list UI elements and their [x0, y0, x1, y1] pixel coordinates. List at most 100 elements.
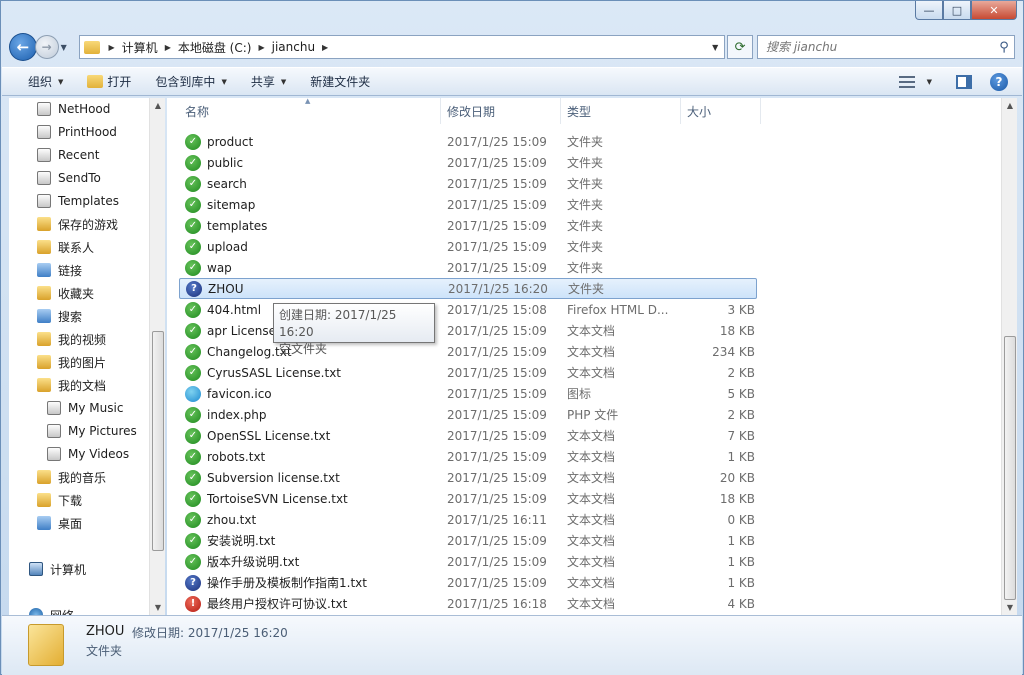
- file-row[interactable]: ! 最终用户授权许可协议.txt 2017/1/25 16:18 文本文档 4 KB: [179, 593, 757, 614]
- breadcrumb-computer[interactable]: 计算机: [118, 36, 162, 58]
- chevron-right-icon[interactable]: ▶: [319, 43, 331, 52]
- preview-pane-icon[interactable]: [956, 74, 972, 89]
- recent-pages-dropdown[interactable]: ▼: [61, 43, 73, 52]
- file-row[interactable]: ✓ product 2017/1/25 15:09 文件夹: [179, 131, 757, 152]
- share-menu[interactable]: 共享 ▼: [243, 71, 294, 93]
- column-header-size[interactable]: 大小: [681, 98, 761, 124]
- file-list-scrollbar[interactable]: ▲ ▼: [1001, 98, 1017, 616]
- file-row[interactable]: ? 操作手册及模板制作指南1.txt 2017/1/25 15:09 文本文档 1 KB: [179, 572, 757, 593]
- file-row[interactable]: ✓ TortoiseSVN License.txt 2017/1/25 15:09 文…: [179, 488, 757, 509]
- chevron-right-icon[interactable]: ▶: [255, 43, 267, 52]
- nav-item-desktop[interactable]: 桌面: [37, 512, 82, 534]
- file-row[interactable]: ✓ apr License 2017/1/25 15:09 文本文档 18 KB: [179, 320, 757, 341]
- scroll-up-arrow[interactable]: ▲: [150, 98, 166, 114]
- nav-item-nethood[interactable]: NetHood: [37, 98, 110, 120]
- favorites-folder-icon: [37, 286, 51, 300]
- nav-item-label: My Pictures: [68, 424, 137, 438]
- include-in-library-menu[interactable]: 包含到库中 ▼: [147, 71, 234, 93]
- file-row[interactable]: ✓ wap 2017/1/25 15:09 文件夹: [179, 257, 757, 278]
- search-box[interactable]: ⚲: [757, 35, 1015, 59]
- file-row[interactable]: ✓ public 2017/1/25 15:09 文件夹: [179, 152, 757, 173]
- column-header-name[interactable]: ▲ 名称: [167, 98, 441, 124]
- file-type: 文本文档: [567, 597, 616, 611]
- forward-button[interactable]: →: [34, 35, 59, 59]
- nav-item-saved-games[interactable]: 保存的游戏: [37, 213, 118, 235]
- file-type: 文本文档: [567, 366, 616, 380]
- file-type: 文件夹: [567, 219, 604, 233]
- file-row[interactable]: ✓ index.php 2017/1/25 15:09 PHP 文件 2 KB: [179, 404, 757, 425]
- file-name: TortoiseSVN License.txt: [207, 491, 348, 506]
- file-row[interactable]: ✓ 安装说明.txt 2017/1/25 15:09 文本文档 1 KB: [179, 530, 757, 551]
- view-options-icon[interactable]: [898, 75, 915, 88]
- file-row[interactable]: ✓ Subversion license.txt 2017/1/25 15:09 文本…: [179, 467, 757, 488]
- file-row[interactable]: ✓ upload 2017/1/25 15:09 文件夹: [179, 236, 757, 257]
- new-folder-button[interactable]: 新建文件夹: [302, 71, 378, 93]
- navigation-scrollbar[interactable]: ▲ ▼: [149, 98, 165, 616]
- file-row[interactable]: ✓ CyrusSASL License.txt 2017/1/25 15:09 文本文…: [179, 362, 757, 383]
- nav-item-searches[interactable]: 搜索: [37, 305, 82, 327]
- scroll-thumb[interactable]: [1004, 336, 1016, 600]
- file-modified-date: 2017/1/25 16:11: [447, 512, 547, 527]
- organize-menu[interactable]: 组织 ▼: [20, 71, 71, 93]
- search-icon[interactable]: ⚲: [994, 40, 1014, 55]
- file-row[interactable]: ✓ OpenSSL License.txt 2017/1/25 15:09 文本文档 7…: [179, 425, 757, 446]
- help-icon[interactable]: ?: [990, 72, 1008, 91]
- scroll-down-arrow[interactable]: ▼: [150, 600, 166, 616]
- column-header-type[interactable]: 类型: [561, 98, 681, 124]
- nav-item-label: 保存的游戏: [58, 217, 119, 232]
- chevron-right-icon[interactable]: ▶: [162, 43, 174, 52]
- column-header-date[interactable]: 修改日期: [441, 98, 561, 124]
- maximize-button[interactable]: □: [943, 1, 971, 20]
- file-row[interactable]: ✓ 404.html 2017/1/25 15:08 Firefox HTML D..…: [179, 299, 757, 320]
- address-dropdown-icon[interactable]: ▼: [706, 43, 724, 52]
- file-modified-date: 2017/1/25 15:09: [447, 407, 547, 422]
- nav-item-contacts[interactable]: 联系人: [37, 236, 94, 258]
- file-row[interactable]: ✓ templates 2017/1/25 15:09 文件夹: [179, 215, 757, 236]
- scroll-thumb[interactable]: [152, 331, 164, 551]
- nav-item-links[interactable]: 链接: [37, 259, 82, 281]
- nav-item-my-documents[interactable]: 我的文档: [37, 374, 106, 396]
- view-dropdown-icon[interactable]: ▼: [927, 78, 932, 86]
- scroll-up-arrow[interactable]: ▲: [1002, 98, 1017, 114]
- file-row[interactable]: ✓ 版本升级说明.txt 2017/1/25 15:09 文本文档 1 KB: [179, 551, 757, 572]
- open-button[interactable]: 打开: [79, 71, 139, 93]
- pictures-folder-icon: [37, 355, 51, 369]
- file-modified-date: 2017/1/25 15:09: [447, 260, 547, 275]
- nav-item-downloads[interactable]: 下载: [37, 489, 82, 511]
- file-row[interactable]: ✓ zhou.txt 2017/1/25 16:11 文本文档 0 KB: [179, 509, 757, 530]
- chevron-right-icon[interactable]: ▶: [106, 43, 118, 52]
- nav-item-my-pictures-cn[interactable]: 我的图片: [37, 351, 106, 373]
- breadcrumb-jianchu[interactable]: jianchu: [268, 36, 319, 58]
- nav-item-favorites[interactable]: 收藏夹: [37, 282, 94, 304]
- address-bar[interactable]: ▶ 计算机 ▶ 本地磁盘 (C:) ▶ jianchu ▶ ▼: [78, 35, 726, 59]
- nav-item-computer[interactable]: 计算机: [29, 558, 86, 580]
- file-row[interactable]: ? ZHOU 2017/1/25 16:20 文件夹: [179, 278, 757, 299]
- nav-item-recent[interactable]: Recent: [37, 144, 99, 166]
- refresh-button[interactable]: ⟳: [727, 35, 754, 59]
- nav-item-my-videos-cn[interactable]: 我的视频: [37, 328, 106, 350]
- file-row[interactable]: ✓ Changelog.txt 2017/1/25 15:09 文本文档 234 KB: [179, 341, 757, 362]
- file-row[interactable]: ✓ sitemap 2017/1/25 15:09 文件夹: [179, 194, 757, 215]
- nav-item-my-videos[interactable]: My Videos: [47, 443, 129, 465]
- close-button[interactable]: ✕: [971, 1, 1017, 20]
- nav-item-printhood[interactable]: PrintHood: [37, 121, 117, 143]
- search-input[interactable]: [766, 40, 994, 54]
- folder-open-icon: [87, 75, 104, 88]
- file-size: 2 KB: [727, 407, 755, 422]
- nav-item-my-music-cn[interactable]: 我的音乐: [37, 466, 106, 488]
- minimize-button[interactable]: —: [915, 1, 943, 20]
- file-row[interactable]: favicon.ico 2017/1/25 15:09 图标 5 KB: [179, 383, 757, 404]
- back-button[interactable]: ←: [9, 33, 37, 61]
- file-type: PHP 文件: [567, 408, 619, 422]
- scroll-down-arrow[interactable]: ▼: [1002, 600, 1017, 616]
- file-type: 文本文档: [567, 534, 616, 548]
- nav-item-templates[interactable]: Templates: [37, 190, 119, 212]
- file-type: 文件夹: [567, 240, 604, 254]
- file-size: 18 KB: [719, 491, 755, 506]
- file-row[interactable]: ✓ robots.txt 2017/1/25 15:09 文本文档 1 KB: [179, 446, 757, 467]
- nav-item-my-music[interactable]: My Music: [47, 397, 123, 419]
- file-row[interactable]: ✓ search 2017/1/25 15:09 文件夹: [179, 173, 757, 194]
- breadcrumb-local-disk[interactable]: 本地磁盘 (C:): [174, 36, 256, 58]
- nav-item-sendto[interactable]: SendTo: [37, 167, 101, 189]
- nav-item-my-pictures[interactable]: My Pictures: [47, 420, 137, 442]
